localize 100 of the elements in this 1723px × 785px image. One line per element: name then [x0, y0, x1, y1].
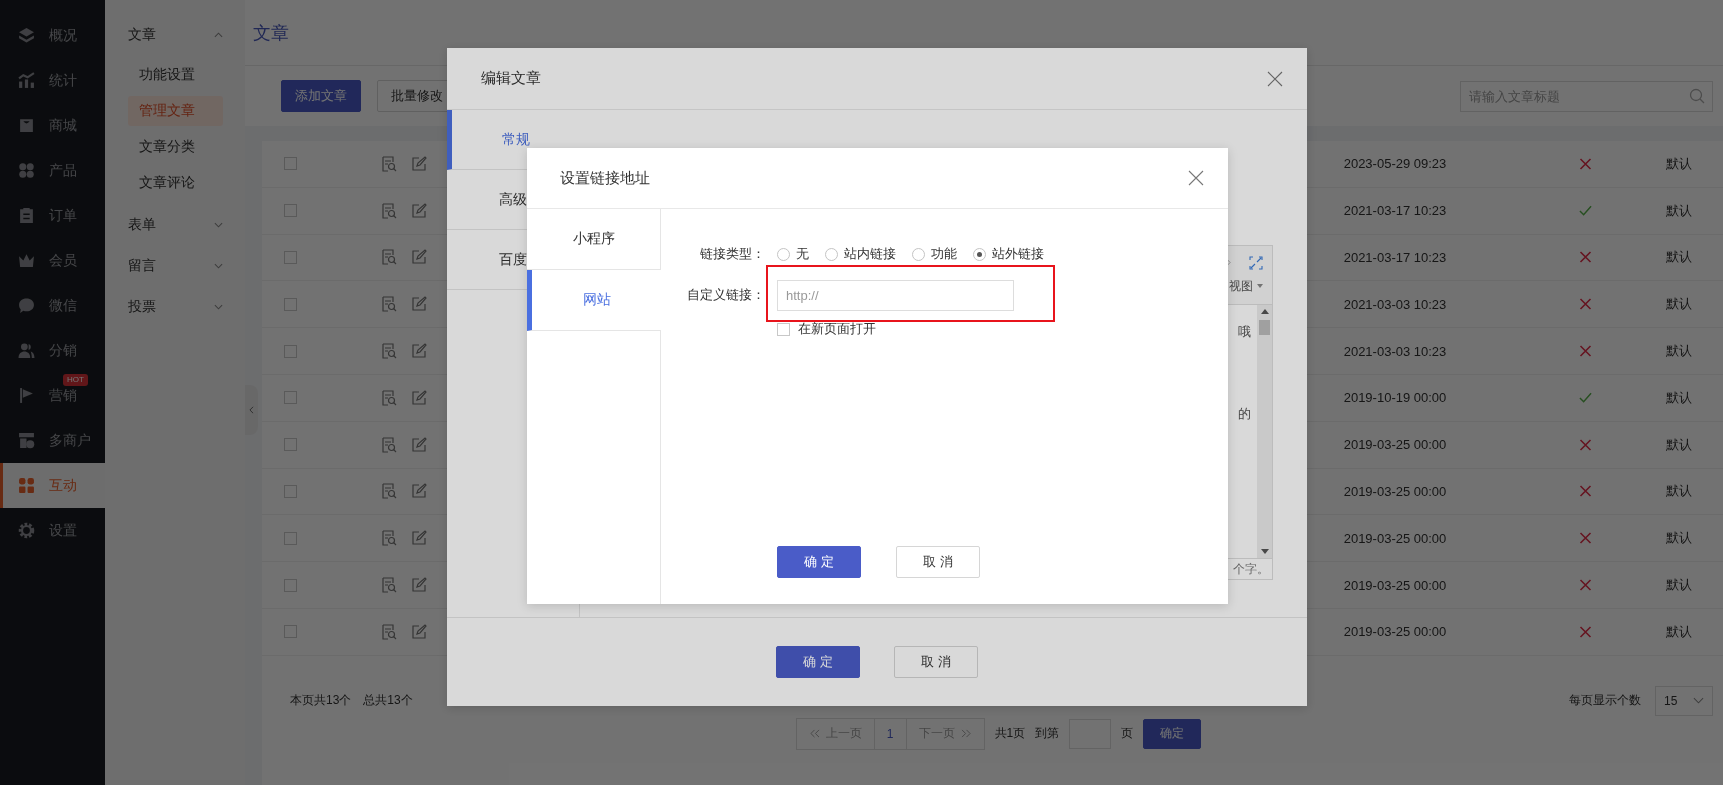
edit-icon[interactable] — [411, 436, 427, 453]
view-menu[interactable]: 视图 — [1229, 277, 1253, 295]
total-pages: 共1页 — [994, 725, 1026, 743]
dialog-tab[interactable]: 小程序 — [527, 209, 661, 270]
row-checkbox[interactable] — [283, 391, 297, 405]
menu-group[interactable]: 投票 — [128, 286, 223, 327]
scroll-down-icon[interactable] — [1260, 549, 1269, 554]
scroll-up-icon[interactable] — [1260, 309, 1269, 314]
row-checkbox[interactable] — [283, 531, 297, 545]
submenu-item[interactable]: 管理文章 — [128, 96, 223, 126]
edit-icon[interactable] — [411, 202, 427, 219]
chevron-down-icon — [214, 303, 223, 310]
dialog-button[interactable]: 取消 — [896, 546, 980, 578]
summary-text: 总共13个 — [363, 692, 413, 710]
chevron-down-icon — [1693, 697, 1704, 705]
date-cell-text: 2019-03-25 00:00 — [1342, 530, 1448, 546]
nav-item[interactable]: 设置 — [0, 508, 105, 553]
clipboard-icon — [18, 207, 35, 224]
menu-group[interactable]: 文章 — [128, 14, 223, 55]
edit-icon[interactable] — [411, 343, 427, 360]
submenu-item[interactable]: 功能设置 — [128, 60, 223, 90]
preview-icon[interactable] — [381, 623, 397, 640]
radio-button[interactable] — [973, 248, 986, 261]
preview-icon[interactable] — [381, 343, 397, 360]
preview-icon[interactable] — [381, 249, 397, 266]
nav-item[interactable]: 统计 — [0, 58, 105, 103]
preview-icon[interactable] — [381, 389, 397, 406]
chevron-down-icon — [214, 262, 223, 269]
chevron-up-icon — [214, 31, 223, 38]
fullscreen-icon[interactable] — [1249, 255, 1263, 270]
layers-icon — [18, 27, 35, 44]
submenu-item[interactable]: 文章评论 — [128, 168, 223, 198]
preview-icon[interactable] — [381, 436, 397, 453]
checkbox[interactable] — [777, 323, 790, 336]
form-label: 自定义链接： — [686, 287, 765, 304]
dialog-button[interactable]: 确定 — [776, 646, 860, 678]
row-checkbox[interactable] — [283, 625, 297, 639]
edit-icon[interactable] — [411, 155, 427, 172]
dialog-button[interactable]: 取消 — [894, 646, 978, 678]
edit-icon[interactable] — [411, 249, 427, 266]
edit-icon[interactable] — [411, 577, 427, 594]
row-checkbox[interactable] — [283, 297, 297, 311]
menu-group[interactable]: 留言 — [128, 245, 223, 286]
close-icon[interactable] — [1188, 170, 1204, 186]
edit-icon[interactable] — [411, 483, 427, 500]
preview-icon[interactable] — [381, 296, 397, 313]
close-icon[interactable] — [1267, 70, 1283, 87]
scrollbar[interactable] — [1257, 305, 1272, 558]
page-size-select[interactable]: 15 — [1655, 685, 1713, 716]
template-cell-text: 默认 — [1665, 435, 1693, 454]
row-checkbox[interactable] — [283, 157, 297, 171]
row-checkbox[interactable] — [283, 204, 297, 218]
row-checkbox[interactable] — [283, 578, 297, 592]
goto-button[interactable]: 确定 — [1143, 718, 1202, 749]
chevron-down-icon — [214, 221, 223, 228]
toolbar-button[interactable]: 添加文章 — [281, 80, 361, 112]
dialog-title: 编辑文章 — [481, 69, 541, 88]
preview-icon[interactable] — [381, 202, 397, 219]
edit-icon[interactable] — [411, 389, 427, 406]
blocks-icon — [18, 477, 35, 494]
dialog-button[interactable]: 确定 — [777, 546, 861, 578]
nav-item[interactable]: 微信 — [0, 283, 105, 328]
chat-bubble-icon — [18, 297, 35, 314]
edit-icon[interactable] — [411, 296, 427, 313]
scroll-thumb[interactable] — [1259, 320, 1270, 335]
edit-icon[interactable] — [411, 530, 427, 547]
nav-item[interactable]: 会员 — [0, 238, 105, 283]
preview-icon[interactable] — [381, 577, 397, 594]
link-input[interactable]: http:// — [777, 280, 1014, 311]
collapse-handle[interactable] — [245, 385, 258, 435]
nav-item[interactable]: 互动 — [0, 463, 105, 508]
row-checkbox[interactable] — [283, 251, 297, 264]
preview-icon[interactable] — [381, 155, 397, 172]
template-cell-text: 默认 — [1665, 482, 1693, 501]
menu-group[interactable]: 表单 — [128, 204, 223, 245]
nav-item[interactable]: 概况 — [0, 13, 105, 58]
dialog-tab[interactable]: 网站 — [527, 270, 661, 331]
radio-button[interactable] — [912, 248, 925, 261]
radio-label: 站内链接 — [844, 246, 896, 263]
date-cell-text: 2019-10-19 00:00 — [1342, 390, 1448, 406]
row-checkbox[interactable] — [283, 438, 297, 452]
store-icon — [18, 432, 35, 449]
edit-icon[interactable] — [411, 623, 427, 640]
row-checkbox[interactable] — [283, 344, 297, 358]
submenu-item[interactable]: 文章分类 — [128, 132, 223, 162]
radio-button[interactable] — [825, 248, 838, 261]
preview-icon[interactable] — [381, 530, 397, 547]
date-cell-text: 2021-03-17 10:23 — [1342, 250, 1448, 265]
editor-text: 哦 — [1238, 323, 1251, 341]
hot-badge: HOT — [63, 374, 88, 386]
nav-item[interactable]: 商城 — [0, 103, 105, 148]
radio-label: 功能 — [931, 246, 957, 263]
preview-icon[interactable] — [381, 483, 397, 500]
radio-label: 站外链接 — [992, 246, 1044, 263]
double-chevron-right-icon — [960, 729, 972, 739]
date-cell-text: 2019-03-25 00:00 — [1342, 624, 1448, 640]
row-checkbox[interactable] — [283, 484, 297, 498]
radio-button[interactable] — [777, 248, 790, 261]
chevron-right-icon[interactable] — [1226, 258, 1231, 267]
date-cell-text: 2021-03-03 10:23 — [1342, 343, 1448, 359]
